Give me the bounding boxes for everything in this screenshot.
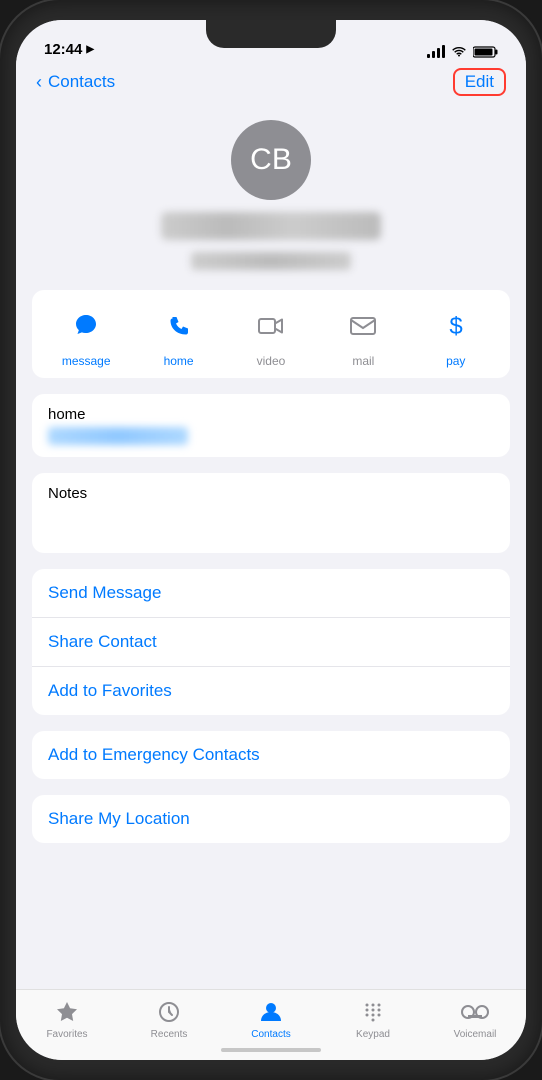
recents-tab-label: Recents [151,1029,188,1040]
action-buttons-row: message home [40,304,502,368]
avatar: CB [231,120,311,200]
phone-number-blurred [48,427,188,445]
chevron-left-icon: ‹ [36,72,42,93]
contact-name-blurred [161,212,381,240]
mail-label: mail [352,354,374,368]
home-indicator [221,1048,321,1052]
tab-keypad[interactable]: Keypad [343,998,403,1040]
message-icon [60,304,112,348]
status-time: 12:44 ▶ [44,41,94,58]
voicemail-tab-icon [461,998,489,1026]
location-arrow-icon: ▶ [86,44,94,55]
pay-button[interactable]: $ pay [424,304,488,368]
back-label: Contacts [48,72,115,92]
phone-label: home [164,354,194,368]
battery-icon [473,46,498,58]
send-message-item[interactable]: Send Message [32,569,510,618]
emergency-contacts-label: Add to Emergency Contacts [48,745,260,764]
contacts-tab-label: Contacts [251,1029,290,1040]
phone-screen: 12:44 ▶ [16,20,526,1060]
signal-bars-icon [427,45,445,58]
mail-icon [337,304,389,348]
edit-button[interactable]: Edit [453,68,506,96]
content-area: CB message [16,104,526,989]
nav-bar: ‹ Contacts Edit [16,64,526,104]
send-message-label: Send Message [48,583,161,602]
message-label: message [62,354,111,368]
action-list-3: Share My Location [32,795,510,843]
avatar-section: CB [16,104,526,290]
keypad-tab-icon [359,998,387,1026]
add-favorites-label: Add to Favorites [48,681,172,700]
notes-label: Notes [48,485,494,502]
notes-card: Notes [32,473,510,553]
phone-info-card: home [32,394,510,457]
time-display: 12:44 [44,41,82,58]
tab-contacts[interactable]: Contacts [241,998,301,1040]
video-button[interactable]: video [239,304,303,368]
video-icon [245,304,297,348]
recents-tab-icon [155,998,183,1026]
action-list-2: Add to Emergency Contacts [32,731,510,779]
keypad-tab-label: Keypad [356,1029,390,1040]
pay-label: pay [446,354,465,368]
contacts-tab-icon [257,998,285,1026]
phone-frame: 12:44 ▶ [0,0,542,1080]
video-label: video [257,354,286,368]
tab-voicemail[interactable]: Voicemail [445,998,505,1040]
tab-favorites[interactable]: Favorites [37,998,97,1040]
share-contact-label: Share Contact [48,632,157,651]
voicemail-tab-label: Voicemail [454,1029,497,1040]
mail-button[interactable]: mail [331,304,395,368]
phone-button[interactable]: home [147,304,211,368]
phone-label-text: home [48,406,494,423]
add-favorites-item[interactable]: Add to Favorites [32,667,510,715]
favorites-tab-icon [53,998,81,1026]
action-list-1: Send Message Share Contact Add to Favori… [32,569,510,715]
contact-subtitle-blurred [191,252,351,270]
message-button[interactable]: message [54,304,118,368]
back-button[interactable]: ‹ Contacts [36,72,115,93]
share-location-label: Share My Location [48,809,190,828]
emergency-contacts-item[interactable]: Add to Emergency Contacts [32,731,510,779]
phone-icon [153,304,205,348]
wifi-icon [451,46,467,58]
notch [206,20,336,48]
share-location-item[interactable]: Share My Location [32,795,510,843]
tab-recents[interactable]: Recents [139,998,199,1040]
favorites-tab-label: Favorites [46,1029,87,1040]
share-contact-item[interactable]: Share Contact [32,618,510,667]
action-buttons-card: message home [32,290,510,378]
avatar-initials: CB [250,143,292,177]
edit-label: Edit [465,72,494,91]
pay-icon: $ [430,304,482,348]
svg-text:$: $ [449,313,462,340]
status-icons [427,45,498,58]
